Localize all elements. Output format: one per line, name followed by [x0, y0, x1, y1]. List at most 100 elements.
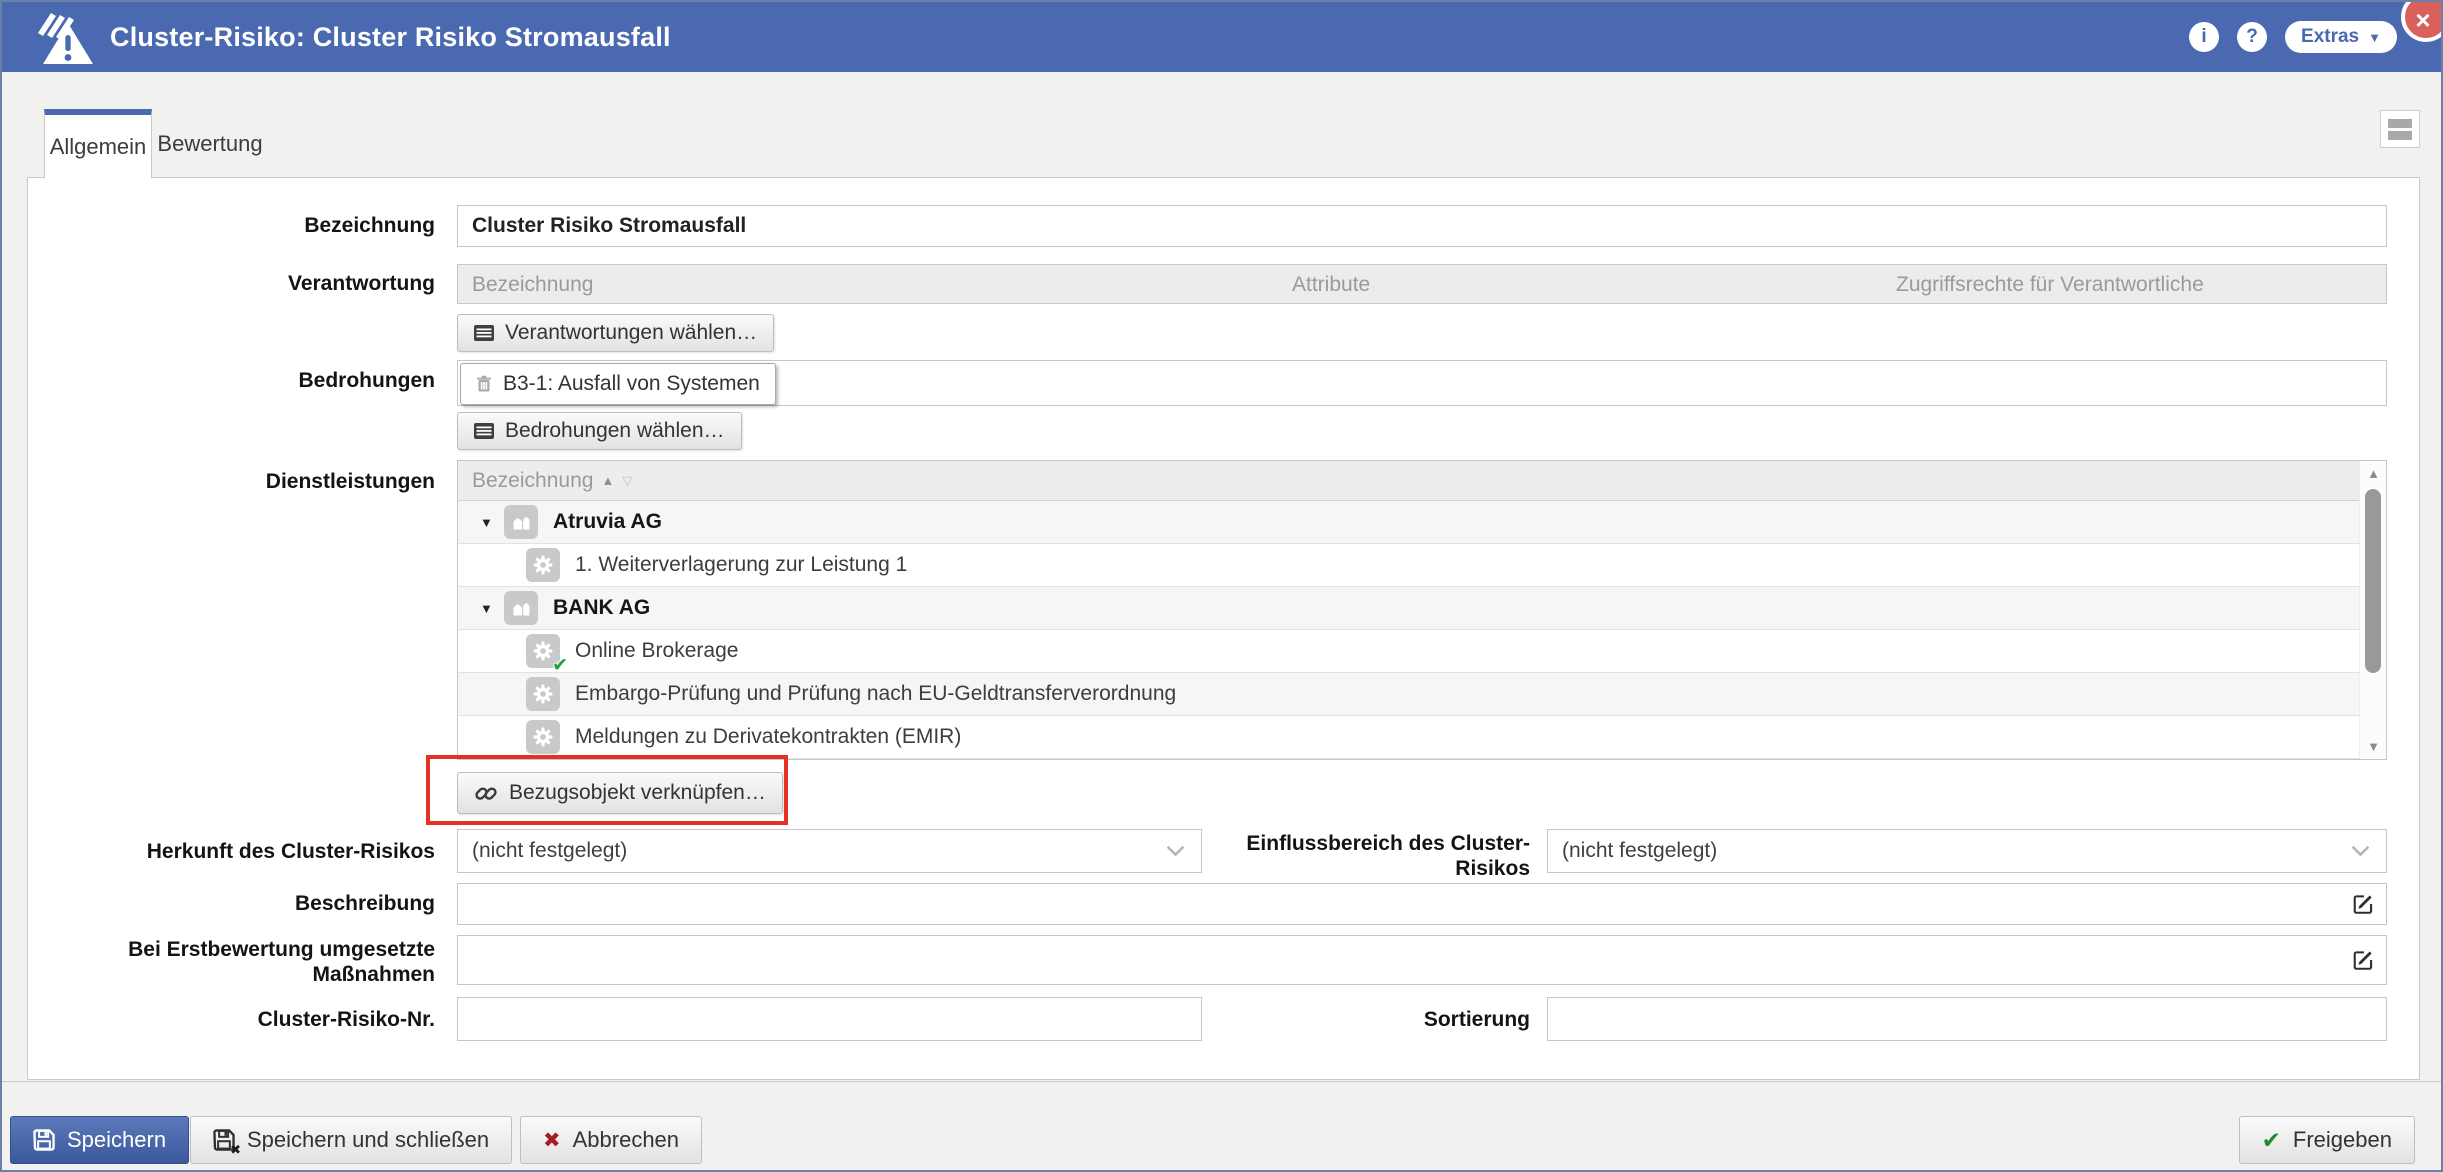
layout-rows-icon	[2388, 119, 2412, 128]
scroll-up-icon[interactable]: ▲	[2360, 466, 2387, 481]
dialog-window: Cluster-Risiko: Cluster Risiko Stromausf…	[0, 0, 2443, 1172]
cancel-label: Abbrechen	[573, 1127, 679, 1153]
bedrohungen-waehlen-button[interactable]: Bedrohungen wählen…	[457, 412, 742, 450]
bezugsobjekt-verknuepfen-button[interactable]: Bezugsobjekt verknüpfen…	[457, 772, 783, 814]
beschreibung-field[interactable]	[457, 883, 2387, 925]
erstbewertung-label: Bei Erstbewertung umgesetzte Maßnahmen	[42, 938, 435, 988]
sortierung-input[interactable]	[1547, 997, 2387, 1041]
sortierung-label: Sortierung	[1220, 1008, 1530, 1033]
tab-allgemein[interactable]: Allgemein	[44, 109, 152, 178]
verantwortung-col-bezeichnung: Bezeichnung	[472, 273, 593, 297]
table-row[interactable]: 1. Weiterverlagerung zur Leistung 1	[458, 544, 2386, 587]
table-row[interactable]: ▼ BANK AG	[458, 587, 2386, 630]
title-bar: Cluster-Risiko: Cluster Risiko Stromausf…	[2, 2, 2441, 72]
service-gear-icon	[526, 548, 560, 582]
verantwortung-col-zugriffsrechte: Zugriffsrechte für Verantwortliche	[1896, 273, 2204, 297]
cluster-risk-warning-icon	[30, 9, 94, 65]
table-row[interactable]: Meldungen zu Derivatekontrakten (EMIR)	[458, 716, 2386, 759]
row-label: Atruvia AG	[553, 510, 662, 534]
table-icon	[474, 325, 494, 341]
help-button[interactable]: ?	[2237, 22, 2267, 52]
checkmark-icon: ✔	[552, 654, 568, 677]
dienstleistungen-rows: ▼ Atruvia AG 1. Weiterverlagerung zur Le…	[458, 501, 2386, 759]
floppy-disk-icon	[33, 1129, 55, 1151]
dienstleistungen-label: Dienstleistungen	[42, 470, 435, 495]
collapse-arrow-icon[interactable]: ▼	[480, 601, 504, 616]
beschreibung-label: Beschreibung	[42, 892, 435, 917]
trash-icon[interactable]	[476, 375, 492, 393]
bedrohung-chip[interactable]: B3-1: Ausfall von Systemen	[460, 363, 776, 405]
organization-icon	[504, 591, 538, 625]
chevron-down-icon	[2351, 845, 2370, 857]
bedrohungen-label: Bedrohungen	[42, 369, 435, 394]
tab-bewertung[interactable]: Bewertung	[152, 109, 268, 178]
close-icon: ×	[2415, 5, 2430, 36]
page-title: Cluster-Risiko: Cluster Risiko Stromausf…	[110, 22, 671, 53]
save-and-close-button[interactable]: ✖ Speichern und schließen	[190, 1116, 512, 1164]
save-button[interactable]: Speichern	[10, 1116, 189, 1164]
bezeichnung-input[interactable]	[457, 205, 2387, 247]
verantwortung-label: Verantwortung	[42, 272, 435, 297]
floppy-disk-close-icon: ✖	[213, 1129, 235, 1151]
cancel-button[interactable]: ✖ Abbrechen	[520, 1116, 702, 1164]
bedrohungen-waehlen-label: Bedrohungen wählen…	[505, 419, 725, 443]
service-gear-icon: ✔	[526, 634, 560, 668]
table-row[interactable]: ✔ Online Brokerage	[458, 630, 2386, 673]
release-button[interactable]: ✔ Freigeben	[2239, 1116, 2415, 1164]
bedrohung-chip-label: B3-1: Ausfall von Systemen	[503, 372, 760, 396]
einflussbereich-dropdown[interactable]: (nicht festgelegt)	[1547, 829, 2387, 873]
layout-toggle-button[interactable]	[2380, 110, 2420, 148]
erstbewertung-field[interactable]	[457, 935, 2387, 985]
sort-ascending-icon[interactable]: ▲	[601, 473, 614, 488]
save-and-close-label: Speichern und schließen	[247, 1127, 489, 1153]
release-check-icon: ✔	[2262, 1127, 2281, 1154]
service-gear-icon	[526, 720, 560, 754]
footer-bar: Speichern ✖ Speichern und schließen ✖ Ab…	[2, 1081, 2441, 1170]
collapse-arrow-icon[interactable]: ▼	[480, 515, 504, 530]
table-row[interactable]: ▼ Atruvia AG	[458, 501, 2386, 544]
table-row[interactable]: Embargo-Prüfung und Prüfung nach EU-Geld…	[458, 673, 2386, 716]
herkunft-label: Herkunft des Cluster-Risikos	[42, 840, 435, 865]
dienstleistungen-column-header[interactable]: Bezeichnung ▲ ▽	[458, 461, 2386, 501]
verantwortungen-waehlen-label: Verantwortungen wählen…	[505, 321, 757, 345]
service-gear-icon	[526, 677, 560, 711]
chevron-down-icon: ▼	[2368, 30, 2381, 45]
bezugsobjekt-verknuepfen-label: Bezugsobjekt verknüpfen…	[509, 781, 766, 805]
edit-pencil-icon[interactable]	[2352, 892, 2376, 916]
titlebar-actions: i ? Extras ▼	[2189, 2, 2397, 72]
release-label: Freigeben	[2293, 1127, 2392, 1153]
herkunft-value: (nicht festgelegt)	[472, 839, 627, 863]
table-scrollbar[interactable]: ▲ ▼	[2359, 461, 2386, 759]
bezeichnung-label: Bezeichnung	[42, 214, 435, 239]
tab-bewertung-label: Bewertung	[157, 131, 262, 157]
row-label: Online Brokerage	[575, 639, 738, 663]
row-label: Meldungen zu Derivatekontrakten (EMIR)	[575, 725, 961, 749]
dienstleistungen-table: Bezeichnung ▲ ▽ ▼ Atruvia AG 1. Weiterve…	[457, 460, 2387, 760]
dienstleistungen-column-label: Bezeichnung	[472, 469, 593, 493]
tab-allgemein-label: Allgemein	[50, 134, 147, 160]
herkunft-dropdown[interactable]: (nicht festgelegt)	[457, 829, 1202, 873]
verantwortung-table-header: Bezeichnung Attribute Zugriffsrechte für…	[457, 264, 2387, 304]
cancel-x-icon: ✖	[543, 1128, 561, 1153]
chain-link-icon	[474, 782, 498, 804]
cluster-risiko-nr-label: Cluster-Risiko-Nr.	[42, 1008, 435, 1033]
info-icon: i	[2201, 26, 2206, 48]
cluster-risiko-nr-input[interactable]	[457, 997, 1202, 1041]
scrollbar-thumb[interactable]	[2365, 489, 2381, 673]
einflussbereich-label: Einflussbereich des Cluster-Risikos	[1220, 832, 1530, 882]
row-label: Embargo-Prüfung und Prüfung nach EU-Geld…	[575, 682, 1176, 706]
save-label: Speichern	[67, 1127, 166, 1153]
edit-pencil-icon[interactable]	[2352, 948, 2376, 972]
info-button[interactable]: i	[2189, 22, 2219, 52]
verantwortungen-waehlen-button[interactable]: Verantwortungen wählen…	[457, 314, 774, 352]
extras-label: Extras	[2301, 26, 2359, 48]
chevron-down-icon	[1166, 845, 1185, 857]
scroll-down-icon[interactable]: ▼	[2360, 739, 2387, 754]
extras-button[interactable]: Extras ▼	[2285, 21, 2397, 53]
verantwortung-col-attribute: Attribute	[1292, 273, 1370, 297]
table-icon	[474, 423, 494, 439]
row-label: 1. Weiterverlagerung zur Leistung 1	[575, 553, 907, 577]
einflussbereich-value: (nicht festgelegt)	[1562, 839, 1717, 863]
row-label: BANK AG	[553, 596, 650, 620]
sort-descending-icon[interactable]: ▽	[622, 473, 632, 489]
